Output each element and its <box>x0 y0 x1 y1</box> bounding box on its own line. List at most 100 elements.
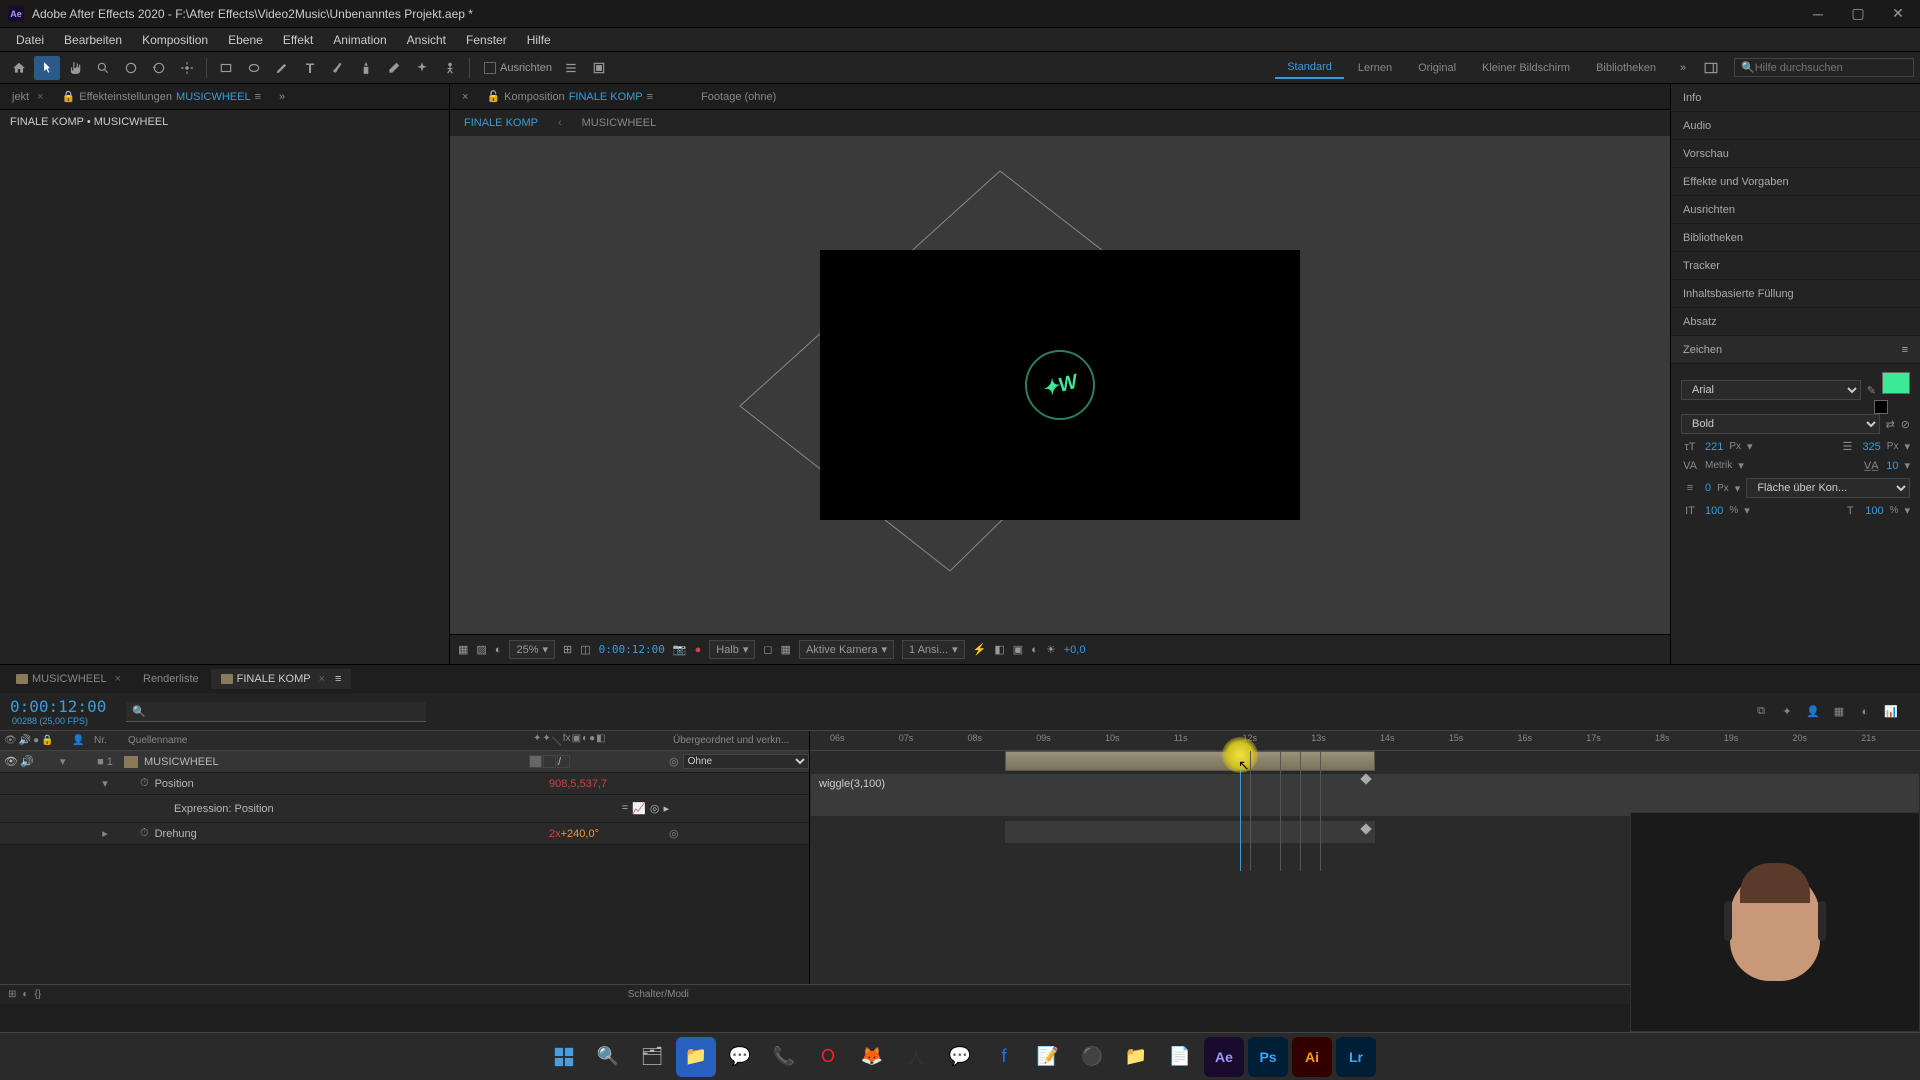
toggle-brackets-icon[interactable]: {} <box>34 989 41 1000</box>
tabs-overflow[interactable]: » <box>271 87 293 107</box>
solo-column-icon[interactable]: ● <box>33 735 39 746</box>
toggle-modes-icon[interactable]: ◐ <box>22 989 28 1000</box>
swap-colors-icon[interactable]: ⇄ <box>1886 418 1895 431</box>
zoom-tool[interactable] <box>90 56 116 80</box>
close-icon[interactable]: × <box>454 87 476 107</box>
tab-menu-icon[interactable]: ≡ <box>255 91 261 103</box>
selection-tool[interactable] <box>34 56 60 80</box>
color-mgmt[interactable]: ◐ <box>1031 644 1038 656</box>
taskbar-explorer[interactable]: 📁 <box>676 1037 716 1077</box>
text-tool[interactable]: T <box>297 56 323 80</box>
help-search[interactable]: 🔍 <box>1734 58 1914 77</box>
layer-audio-toggle[interactable]: 🔊 <box>20 755 34 768</box>
camera-dropdown[interactable]: Aktive Kamera ▾ <box>799 640 894 659</box>
grid-toggle[interactable]: ⊞ <box>563 643 572 656</box>
toggle-switches-icon[interactable]: ⊞ <box>8 989 16 1000</box>
project-tab[interactable]: jekt× <box>4 87 52 107</box>
expression-label[interactable]: Expression: Position <box>174 803 274 815</box>
roto-tool[interactable] <box>409 56 435 80</box>
close-icon[interactable]: × <box>115 673 121 685</box>
resolution-dropdown[interactable]: Halb ▾ <box>709 640 755 659</box>
3d-toggle[interactable]: ◧ <box>994 643 1004 656</box>
close-button[interactable]: ✕ <box>1884 4 1912 24</box>
font-size-value[interactable]: 221 <box>1705 441 1723 453</box>
menu-ansicht[interactable]: Ansicht <box>397 30 456 50</box>
column-name[interactable]: Quellenname <box>124 735 529 746</box>
viewer-timecode[interactable]: 0:00:12:00 <box>599 643 665 656</box>
menu-datei[interactable]: Datei <box>6 30 54 50</box>
taskbar-notes[interactable]: 📝 <box>1028 1037 1068 1077</box>
menu-komposition[interactable]: Komposition <box>132 30 218 50</box>
pen-tool[interactable] <box>269 56 295 80</box>
hand-tool[interactable] <box>62 56 88 80</box>
parent-dropdown[interactable]: Ohne <box>683 754 809 769</box>
comp-crumb-child[interactable]: MUSICWHEEL <box>578 113 661 133</box>
font-family-select[interactable]: Arial <box>1681 380 1861 400</box>
taskbar-notepad[interactable]: 📄 <box>1160 1037 1200 1077</box>
panel-absatz[interactable]: Absatz <box>1671 308 1920 336</box>
layer-expand-toggle[interactable]: ▾ <box>60 756 66 768</box>
views-dropdown[interactable]: 1 Ansi... ▾ <box>902 640 965 659</box>
help-search-input[interactable] <box>1755 62 1907 74</box>
prop-position[interactable]: Position <box>155 778 194 790</box>
video-column-icon[interactable]: 👁 <box>4 735 17 746</box>
home-tool[interactable] <box>6 56 32 80</box>
vscale-value[interactable]: 100 <box>1705 505 1723 517</box>
layer-switch[interactable] <box>529 755 542 768</box>
time-ruler[interactable]: 06s07s08s09s10s11s12s13s14s15s16s17s18s1… <box>810 731 1920 751</box>
menu-hilfe[interactable]: Hilfe <box>517 30 561 50</box>
workspace-lernen[interactable]: Lernen <box>1346 58 1404 78</box>
layer-switch[interactable]: / <box>557 755 570 768</box>
layer-switch[interactable] <box>543 755 556 768</box>
taskbar-taskview[interactable]: 🗂 <box>632 1037 672 1077</box>
lock-column-icon[interactable]: 🔒 <box>41 735 53 746</box>
expr-pickwhip-icon[interactable]: ◎ <box>650 802 660 815</box>
menu-fenster[interactable]: Fenster <box>456 30 517 50</box>
minimize-button[interactable]: ─ <box>1804 4 1832 24</box>
alpha-toggle[interactable]: ▦ <box>458 643 468 656</box>
workspace-bibliotheken[interactable]: Bibliotheken <box>1584 58 1668 78</box>
menu-bearbeiten[interactable]: Bearbeiten <box>54 30 132 50</box>
fill-color-swatch[interactable] <box>1882 372 1910 394</box>
taskbar-ps[interactable]: Ps <box>1248 1037 1288 1077</box>
menu-effekt[interactable]: Effekt <box>273 30 323 50</box>
taskbar-firefox[interactable]: 🦊 <box>852 1037 892 1077</box>
kerning-value[interactable]: Metrik <box>1705 460 1732 471</box>
composition-tab[interactable]: 🔓 Komposition FINALE KOMP ≡ <box>478 86 661 107</box>
taskbar-folder[interactable]: 📁 <box>1116 1037 1156 1077</box>
taskbar-ai[interactable]: Ai <box>1292 1037 1332 1077</box>
transparency-toggle[interactable]: ▦ <box>781 643 791 656</box>
expr-graph-icon[interactable]: 📈 <box>632 802 646 815</box>
position-value[interactable]: 908,5,537,7 <box>549 778 607 790</box>
stopwatch-icon[interactable]: ⏱ <box>140 827 149 840</box>
transparency-grid[interactable]: ▨ <box>476 643 486 656</box>
exposure-value[interactable]: +0,0 <box>1064 644 1086 656</box>
taskbar-search[interactable]: 🔍 <box>588 1037 628 1077</box>
menu-animation[interactable]: Animation <box>323 30 396 50</box>
close-icon[interactable]: × <box>37 91 43 103</box>
panel-effekte-und-vorgaben[interactable]: Effekte und Vorgaben <box>1671 168 1920 196</box>
rectangle-tool[interactable] <box>213 56 239 80</box>
effect-controls-tab[interactable]: 🔒 Effekteinstellungen MUSICWHEEL ≡ <box>54 86 269 107</box>
snap-options[interactable] <box>558 56 584 80</box>
stroke-color-swatch[interactable] <box>1874 400 1888 414</box>
frame-blend-toggle[interactable]: ▦ <box>1830 703 1848 721</box>
close-icon[interactable]: × <box>319 673 325 685</box>
panel-info[interactable]: Info <box>1671 84 1920 112</box>
prop-expand[interactable]: ▸ <box>102 828 108 840</box>
ellipse-tool[interactable] <box>241 56 267 80</box>
timeline-tab-renderliste[interactable]: Renderliste <box>133 669 209 689</box>
column-nr[interactable]: Nr. <box>90 735 124 746</box>
font-weight-select[interactable]: Bold <box>1681 414 1880 434</box>
taskbar-app[interactable]: 人 <box>896 1037 936 1077</box>
workspace-panel-toggle[interactable] <box>1698 56 1724 80</box>
puppet-tool[interactable] <box>437 56 463 80</box>
comp-mini-flowchart[interactable]: ⧉ <box>1752 703 1770 721</box>
mask-mode[interactable] <box>586 56 612 80</box>
zoom-dropdown[interactable]: 25% ▾ <box>509 640 555 659</box>
footage-tab[interactable]: Footage (ohne) <box>693 87 784 107</box>
no-color-icon[interactable]: ⊘ <box>1901 418 1910 431</box>
comp-crumb-root[interactable]: FINALE KOMP <box>460 113 542 133</box>
panel-zeichen[interactable]: Zeichen≡ <box>1671 336 1920 364</box>
start-button[interactable] <box>544 1037 584 1077</box>
